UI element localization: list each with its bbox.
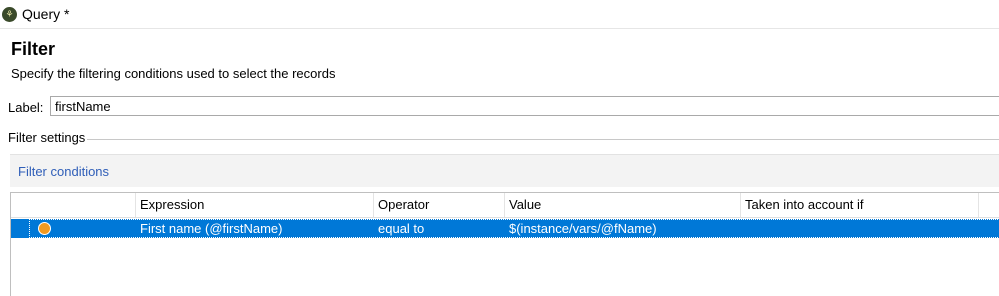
page-header: Filter Specify the filtering conditions … (0, 29, 999, 88)
query-window: ⚘ Query * Filter Specify the filtering c… (0, 0, 999, 296)
table-row[interactable]: First name (@firstName) equal to $(insta… (11, 219, 999, 238)
filter-conditions-link[interactable]: Filter conditions (18, 164, 109, 179)
column-header-expression[interactable]: Expression (136, 193, 374, 217)
cell-operator[interactable]: equal to (374, 219, 505, 238)
status-dot-icon (38, 222, 51, 235)
filter-settings-group: Filter settings (0, 128, 999, 148)
filter-conditions-bar: Filter conditions (10, 154, 999, 187)
cell-taken-into-account-if[interactable] (741, 219, 979, 238)
cell-expression[interactable]: First name (@firstName) (136, 219, 374, 238)
column-header-status[interactable] (11, 193, 136, 217)
column-header-value[interactable]: Value (505, 193, 741, 217)
page-title: Filter (11, 39, 56, 59)
group-divider (8, 139, 999, 140)
title-bar: ⚘ Query * (0, 0, 999, 29)
label-row: Label: (0, 95, 999, 121)
filter-settings-caption: Filter settings (8, 130, 88, 145)
grid-header: Expression Operator Value Taken into acc… (11, 193, 999, 218)
column-header-taken-into-account-if[interactable]: Taken into account if (741, 193, 979, 217)
app-logo-icon: ⚘ (2, 6, 17, 22)
label-input[interactable] (50, 96, 999, 116)
column-header-operator[interactable]: Operator (374, 193, 505, 217)
cell-value[interactable]: $(instance/vars/@fName) (505, 219, 741, 238)
window-title: Query * (22, 6, 70, 22)
conditions-grid: Expression Operator Value Taken into acc… (10, 192, 999, 296)
column-header-extra[interactable] (979, 193, 999, 217)
label-caption: Label: (8, 100, 44, 115)
page-subtitle: Specify the filtering conditions used to… (11, 66, 336, 81)
